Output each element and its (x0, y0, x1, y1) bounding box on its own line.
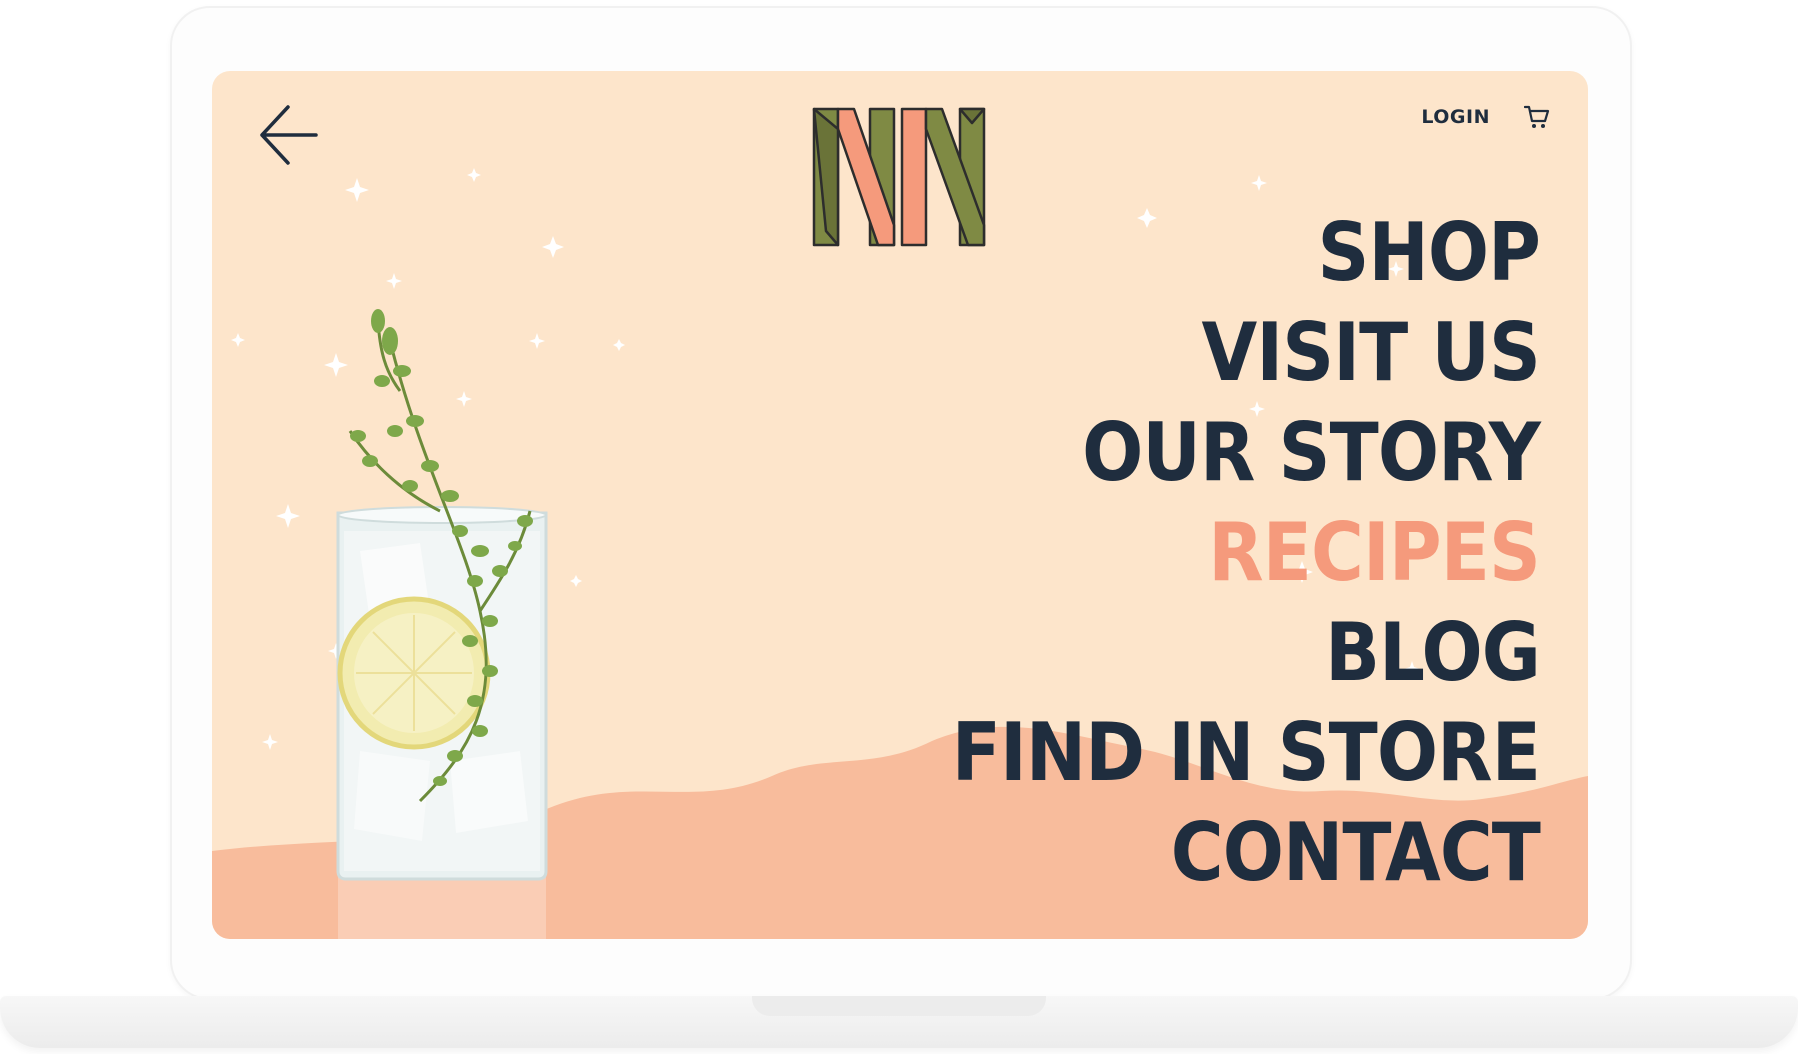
login-link[interactable]: LOGIN (1421, 106, 1490, 128)
shopping-cart-icon (1524, 105, 1550, 128)
cart-button[interactable] (1524, 103, 1552, 131)
nav-item-shop[interactable]: SHOP (892, 203, 1541, 303)
back-button[interactable] (256, 97, 320, 173)
arrow-left-icon (260, 105, 318, 165)
nav-item-our-story[interactable]: OUR STORY (892, 403, 1541, 503)
drink-glass-image (336, 309, 548, 939)
nav-item-blog[interactable]: BLOG (892, 603, 1541, 703)
nav-item-contact[interactable]: CONTACT (892, 803, 1541, 903)
laptop-notch (752, 996, 1046, 1016)
main-nav-menu: SHOP VISIT US OUR STORY RECIPES BLOG FIN… (820, 203, 1541, 903)
site-screen: LOGIN SHOP VISIT US OUR STORY RECIPES BL… (212, 71, 1588, 939)
account-actions: LOGIN (1372, 97, 1552, 137)
nav-item-find-in-store[interactable]: FIND IN STORE (892, 703, 1541, 803)
nav-item-recipes[interactable]: RECIPES (892, 503, 1541, 603)
nav-item-visit-us[interactable]: VISIT US (892, 303, 1541, 403)
